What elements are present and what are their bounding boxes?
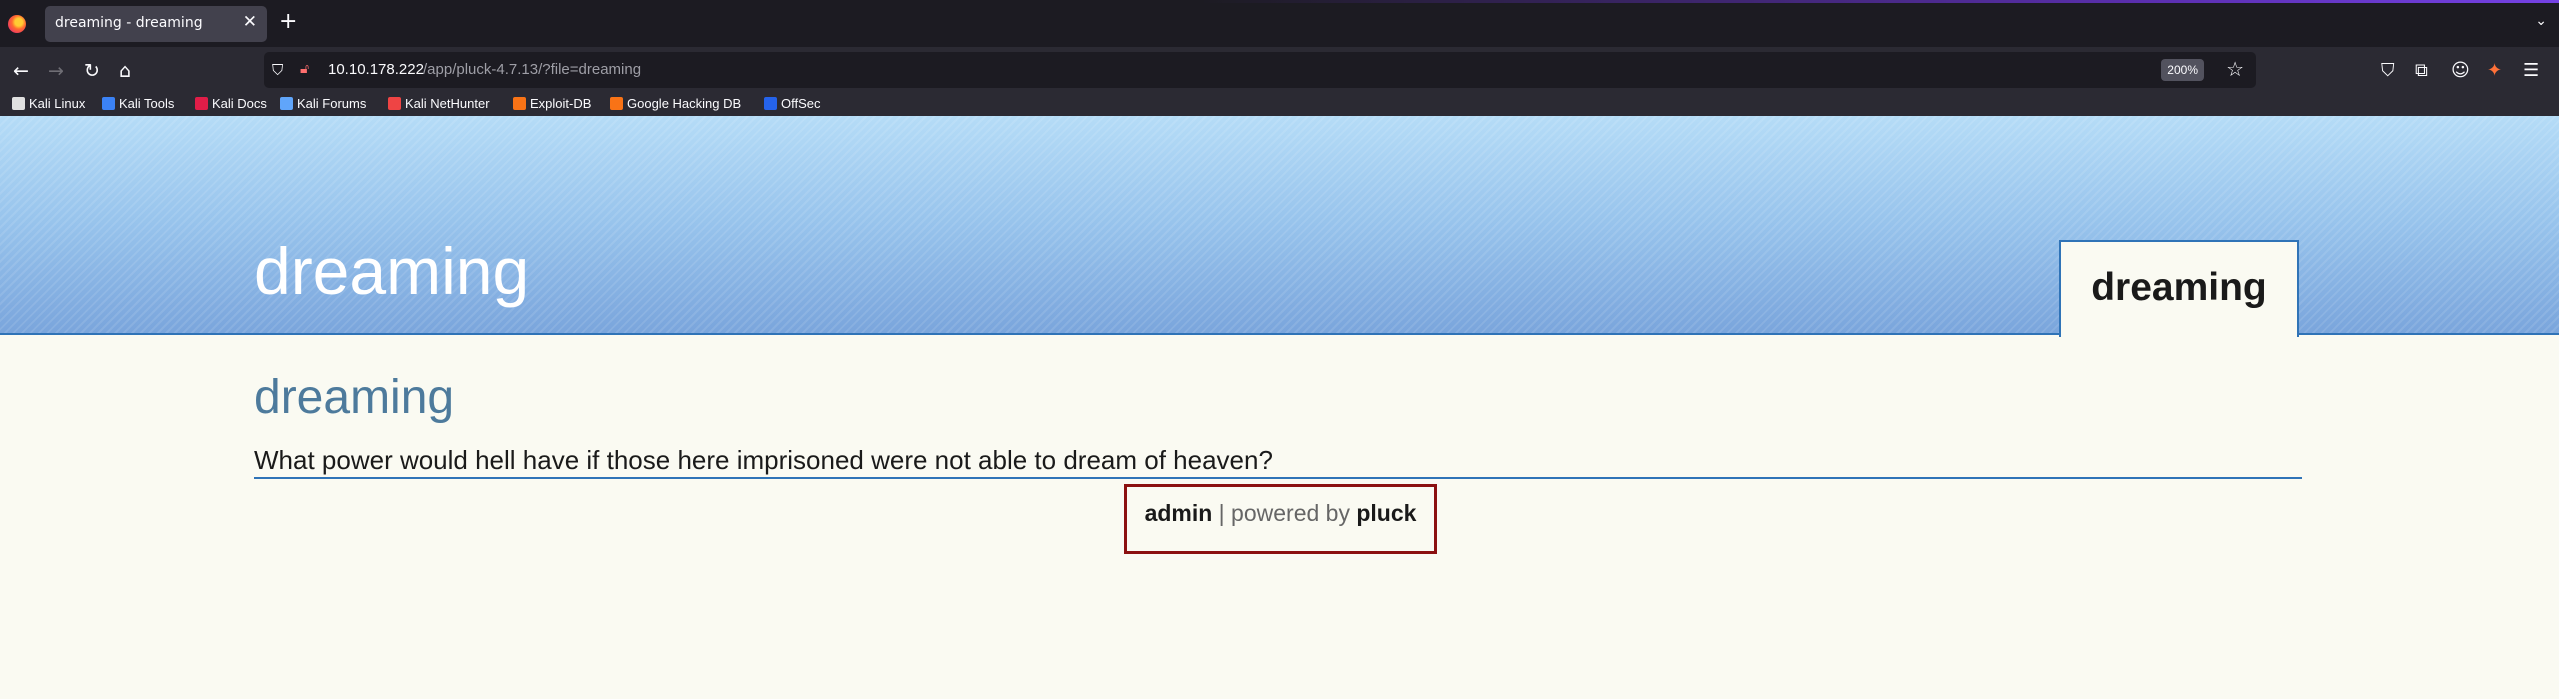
nav-tab-label[interactable]: dreaming [2061, 266, 2297, 310]
bookmark-kali-docs[interactable]: Kali Docs [195, 93, 267, 113]
tab-bar-accent [1200, 0, 2559, 3]
bookmark-kali-linux[interactable]: Kali Linux [12, 93, 85, 113]
zoom-level-badge[interactable]: 200% [2161, 59, 2204, 81]
content-text: What power would hell have if those here… [254, 445, 1273, 475]
pocket-icon[interactable]: ⛉ [2381, 59, 2395, 83]
bookmark-kali-forums[interactable]: Kali Forums [280, 93, 366, 113]
back-arrow-icon[interactable]: ← [13, 59, 29, 83]
new-tab-button[interactable]: + [279, 9, 297, 34]
bookmark-label: Exploit-DB [530, 95, 592, 111]
account-icon[interactable]: ☺ [2451, 59, 2470, 83]
bookmark-label: Kali NetHunter [405, 95, 490, 111]
footer-separator: | powered by [1212, 500, 1357, 526]
bookmark-label: Google Hacking DB [627, 95, 742, 111]
tab-close-icon[interactable]: ✕ [243, 12, 257, 32]
site-header: dreaming dreaming [0, 116, 2559, 337]
url-path[interactable]: /app/pluck-4.7.13/?file=dreaming [423, 61, 641, 78]
reload-icon[interactable]: ↻ [84, 59, 100, 83]
bookmark-label: Kali Docs [212, 95, 267, 111]
url-bar[interactable]: ⛉ 🔓︎ 10.10.178.222 /app/pluck-4.7.13/?fi… [264, 52, 2256, 88]
browser-tab[interactable]: dreaming - dreaming ✕ [45, 6, 267, 42]
bookmark-label: Kali Linux [29, 95, 86, 111]
bookmark-kali-nethunter[interactable]: Kali NetHunter [388, 93, 490, 113]
nav-tab-dreaming[interactable]: dreaming [2059, 240, 2299, 337]
kali-docs-icon [195, 96, 208, 110]
bookmark-kali-tools[interactable]: Kali Tools [102, 93, 174, 113]
bookmark-exploit-db[interactable]: Exploit-DB [513, 93, 591, 113]
tracking-protection-shield-icon[interactable]: ⛉ [272, 61, 283, 79]
browser-tab-bar: dreaming - dreaming ✕ + ⌄ [0, 0, 2559, 47]
kali-forums-icon [280, 96, 293, 110]
extensions-icon[interactable]: ⧉ [2415, 59, 2428, 83]
bookmark-label: OffSec [781, 95, 821, 111]
bookmark-offsec[interactable]: OffSec [764, 93, 821, 113]
footer-text: admin | powered by pluck [1127, 500, 1434, 527]
exploit-db-icon [513, 96, 526, 110]
insecure-lock-icon[interactable]: 🔓︎ [300, 61, 309, 77]
bookmark-star-icon[interactable]: ☆ [2226, 57, 2244, 81]
tab-title: dreaming - dreaming [55, 15, 203, 31]
bookmark-label: Kali Forums [297, 95, 367, 111]
content-title: dreaming [254, 371, 455, 424]
google-hacking-db-icon [610, 96, 623, 110]
footer: admin | powered by pluck [1124, 484, 1437, 554]
home-icon[interactable]: ⌂ [119, 59, 131, 83]
content-divider [254, 477, 2302, 479]
kali-nethunter-icon [388, 96, 401, 110]
tab-list-chevron-icon[interactable]: ⌄ [2535, 13, 2547, 29]
addon-fox-icon[interactable]: ✦ [2487, 59, 2502, 83]
forward-arrow-icon[interactable]: → [48, 59, 64, 83]
url-host[interactable]: 10.10.178.222 [328, 61, 424, 78]
web-page: dreaming dreaming dreaming What power wo… [0, 116, 2559, 699]
admin-link[interactable]: admin [1145, 500, 1213, 526]
kali-tools-icon [102, 96, 115, 110]
offsec-icon [764, 96, 777, 110]
firefox-logo-icon[interactable] [8, 15, 26, 33]
pluck-link[interactable]: pluck [1356, 500, 1416, 526]
hamburger-menu-icon[interactable]: ☰ [2523, 59, 2539, 83]
site-title: dreaming [254, 234, 530, 308]
bookmark-label: Kali Tools [119, 95, 175, 111]
bookmarks-toolbar: Kali Linux Kali Tools Kali Docs Kali For… [0, 89, 2559, 116]
bookmark-google-hacking-db[interactable]: Google Hacking DB [610, 93, 741, 113]
kali-dragon-icon [12, 96, 25, 110]
